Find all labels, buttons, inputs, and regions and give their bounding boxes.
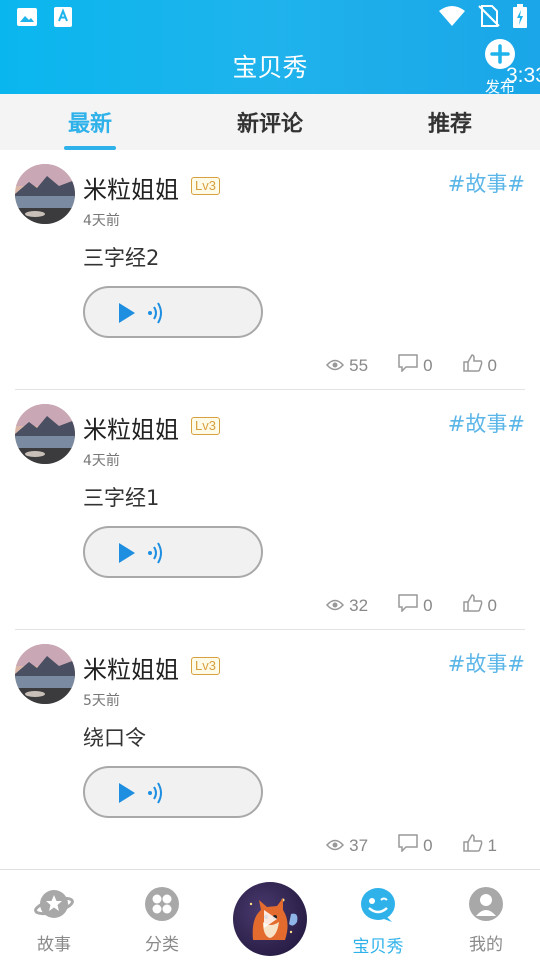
nav-categories-label: 分类 (145, 935, 179, 955)
topic-tag[interactable]: #故事# (448, 408, 525, 438)
app-header: 3:33 宝贝秀 发布 (0, 0, 540, 97)
post-stats: 32 0 0 (326, 594, 497, 617)
audio-player-button[interactable] (83, 526, 263, 578)
nav-stories-label: 故事 (37, 935, 71, 955)
nav-stories[interactable]: 故事 (14, 886, 94, 955)
likes-count: 1 (487, 835, 497, 855)
now-playing-button[interactable] (233, 882, 307, 956)
nav-baby-show[interactable]: 宝贝秀 (338, 886, 418, 957)
thumbs-up-icon (462, 354, 483, 377)
page-title: 宝贝秀 (232, 53, 308, 82)
post-stats: 55 0 0 (326, 354, 497, 377)
tab-new-comments[interactable]: 新评论 (180, 94, 360, 150)
tab-latest-label: 最新 (67, 112, 112, 137)
level-badge: Lv3 (191, 417, 220, 435)
likes-count: 0 (487, 595, 497, 615)
tab-new-comments-label: 新评论 (236, 112, 303, 137)
post-title: 三字经2 (83, 246, 160, 270)
comment-button[interactable]: 0 (398, 834, 433, 857)
username[interactable]: 米粒姐姐 (83, 410, 179, 445)
comment-button[interactable]: 0 (398, 354, 433, 377)
no-sim-icon (478, 4, 500, 32)
username[interactable]: 米粒姐姐 (83, 170, 179, 205)
tab-recommended[interactable]: 推荐 (360, 94, 540, 150)
post-time: 4天前 (83, 213, 120, 229)
views-stat: 55 (326, 356, 368, 376)
comments-count: 0 (423, 835, 433, 855)
play-icon (117, 542, 137, 568)
thumbs-up-icon (462, 594, 483, 617)
post-title: 三字经1 (83, 486, 160, 510)
like-button[interactable]: 1 (462, 834, 497, 857)
level-badge: Lv3 (191, 177, 220, 195)
comments-count: 0 (423, 355, 433, 375)
level-badge: Lv3 (191, 657, 220, 675)
avatar[interactable] (15, 644, 75, 704)
topic-tag[interactable]: #故事# (448, 168, 525, 198)
views-count: 32 (349, 595, 369, 615)
topic-tag[interactable]: #故事# (448, 648, 525, 678)
planet-icon (34, 890, 74, 926)
eye-icon (326, 836, 345, 856)
views-count: 37 (349, 835, 369, 855)
tab-latest[interactable]: 最新 (0, 94, 180, 150)
status-bar: 3:33 (0, 0, 540, 87)
avatar[interactable] (15, 164, 75, 224)
like-button[interactable]: 0 (462, 594, 497, 617)
comments-count: 0 (423, 595, 433, 615)
post-feed: 米粒姐姐 Lv3 #故事# 4天前 三字经2 55 0 0 米粒姐姐 Lv3 #… (0, 150, 540, 870)
player-cover (249, 898, 298, 940)
views-stat: 32 (326, 596, 368, 616)
comment-button[interactable]: 0 (398, 594, 433, 617)
like-button[interactable]: 0 (462, 354, 497, 377)
post-stats: 37 0 1 (326, 834, 497, 857)
eye-icon (326, 356, 345, 376)
nav-categories[interactable]: 分类 (122, 886, 202, 955)
audio-player-button[interactable] (83, 766, 263, 818)
post-time: 4天前 (83, 453, 120, 469)
smiley-icon (358, 888, 398, 928)
views-stat: 37 (326, 836, 368, 856)
comment-icon (398, 834, 418, 857)
sound-wave-icon (147, 301, 165, 329)
publish-button[interactable]: 发布 (470, 38, 530, 97)
post-card[interactable]: 米粒姐姐 Lv3 #故事# 4天前 三字经1 32 0 0 (15, 390, 525, 630)
views-count: 55 (349, 355, 369, 375)
post-time: 5天前 (83, 693, 120, 709)
image-notification-icon (16, 6, 38, 32)
sound-wave-icon (147, 541, 165, 569)
nav-profile[interactable]: 我的 (446, 886, 526, 955)
play-icon (117, 302, 137, 328)
category-icon (144, 887, 180, 926)
post-card[interactable]: 米粒姐姐 Lv3 #故事# 4天前 三字经2 55 0 0 (15, 150, 525, 390)
tab-bar: 最新 新评论 推荐 (0, 94, 540, 150)
battery-charging-icon (512, 4, 528, 32)
nav-profile-label: 我的 (469, 935, 503, 955)
play-icon (117, 782, 137, 808)
tab-recommended-label: 推荐 (427, 112, 472, 137)
eye-icon (326, 596, 345, 616)
bottom-navigation: 故事 分类 宝贝秀 我的 (0, 869, 540, 960)
comment-icon (398, 354, 418, 377)
avatar[interactable] (15, 404, 75, 464)
nav-baby-show-label: 宝贝秀 (352, 937, 404, 957)
post-card[interactable]: 米粒姐姐 Lv3 #故事# 5天前 绕口令 37 0 1 (15, 630, 525, 870)
audio-player-button[interactable] (83, 286, 263, 338)
comment-icon (398, 594, 418, 617)
username[interactable]: 米粒姐姐 (83, 650, 179, 685)
post-title: 绕口令 (83, 726, 146, 750)
text-notification-icon (52, 6, 74, 32)
wifi-icon (438, 5, 466, 31)
likes-count: 0 (487, 355, 497, 375)
add-circle-icon (484, 39, 516, 74)
sound-wave-icon (147, 781, 165, 809)
thumbs-up-icon (462, 834, 483, 857)
profile-icon (468, 887, 504, 926)
